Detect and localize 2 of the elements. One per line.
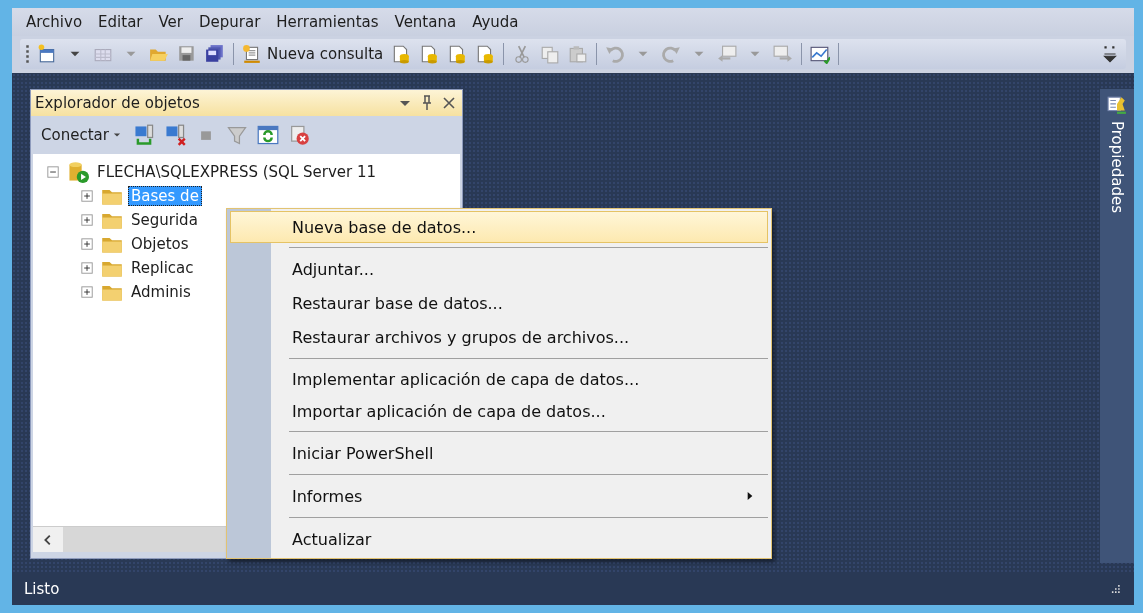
panel-title: Explorador de objetos [35,94,201,112]
status-text: Listo [24,580,61,598]
